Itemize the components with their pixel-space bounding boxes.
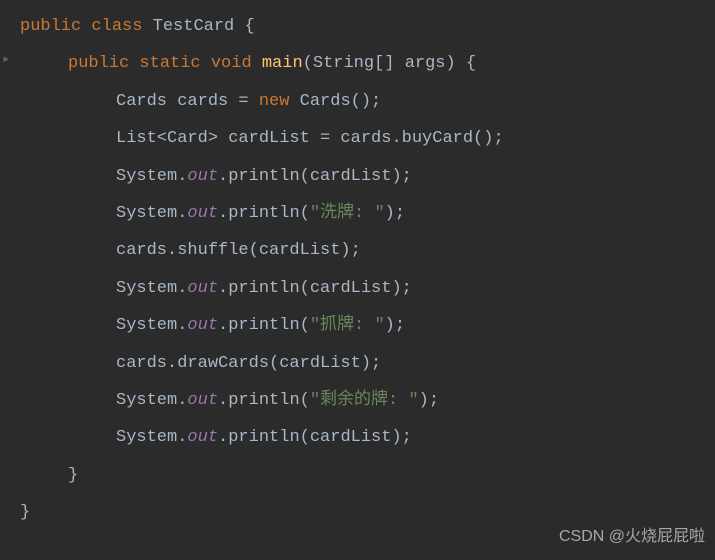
keyword: public (20, 17, 91, 36)
code-text: .println(cardList); (218, 428, 412, 447)
run-gutter-icon[interactable]: ▸ (2, 45, 10, 76)
code-text: List<Card> cardList = cards.buyCard(); (116, 129, 504, 148)
keyword: static (139, 54, 210, 73)
code-line: cards.shuffle(cardList); (20, 232, 715, 269)
field: out (187, 167, 218, 186)
code-text: .println( (218, 391, 310, 410)
watermark: CSDN @火烧屁屁啦 (559, 519, 705, 554)
field: out (187, 428, 218, 447)
code-text: System. (116, 204, 187, 223)
code-text: .println(cardList); (218, 167, 412, 186)
string-literal: "剩余的牌: " (310, 391, 419, 410)
code-line: public class TestCard { (20, 8, 715, 45)
code-text: ); (385, 204, 405, 223)
code-line: } (20, 457, 715, 494)
code-text: cards.shuffle(cardList); (116, 241, 361, 260)
field: out (187, 391, 218, 410)
code-line: System.out.println(cardList); (20, 158, 715, 195)
keyword: class (91, 17, 152, 36)
code-line: List<Card> cardList = cards.buyCard(); (20, 120, 715, 157)
code-text: System. (116, 167, 187, 186)
code-text: .println(cardList); (218, 279, 412, 298)
field: out (187, 204, 218, 223)
code-text: Cards cards = (116, 92, 259, 111)
brace: } (20, 503, 30, 522)
code-line: cards.drawCards(cardList); (20, 345, 715, 382)
code-text: System. (116, 279, 187, 298)
field: out (187, 316, 218, 335)
params: (String[] args) (303, 54, 466, 73)
code-text: .println( (218, 204, 310, 223)
class-name: TestCard (153, 17, 245, 36)
keyword: void (211, 54, 262, 73)
code-line: System.out.println("剩余的牌: "); (20, 382, 715, 419)
brace: } (68, 466, 78, 485)
code-text: Cards(); (300, 92, 382, 111)
code-editor[interactable]: public class TestCard { ▸public static v… (0, 8, 715, 531)
brace: { (466, 54, 476, 73)
code-line: System.out.println(cardList); (20, 419, 715, 456)
code-line: System.out.println("洗牌: "); (20, 195, 715, 232)
keyword: public (68, 54, 139, 73)
code-text: System. (116, 391, 187, 410)
string-literal: "洗牌: " (310, 204, 385, 223)
field: out (187, 279, 218, 298)
keyword: new (259, 92, 300, 111)
code-line: Cards cards = new Cards(); (20, 83, 715, 120)
code-line: System.out.println(cardList); (20, 270, 715, 307)
code-text: .println( (218, 316, 310, 335)
code-text: cards.drawCards(cardList); (116, 354, 381, 373)
code-text: System. (116, 428, 187, 447)
code-text: ); (385, 316, 405, 335)
brace: { (244, 17, 254, 36)
code-line: System.out.println("抓牌: "); (20, 307, 715, 344)
method-name: main (262, 54, 303, 73)
string-literal: "抓牌: " (310, 316, 385, 335)
code-line: ▸public static void main(String[] args) … (20, 45, 715, 82)
code-text: System. (116, 316, 187, 335)
code-text: ); (419, 391, 439, 410)
